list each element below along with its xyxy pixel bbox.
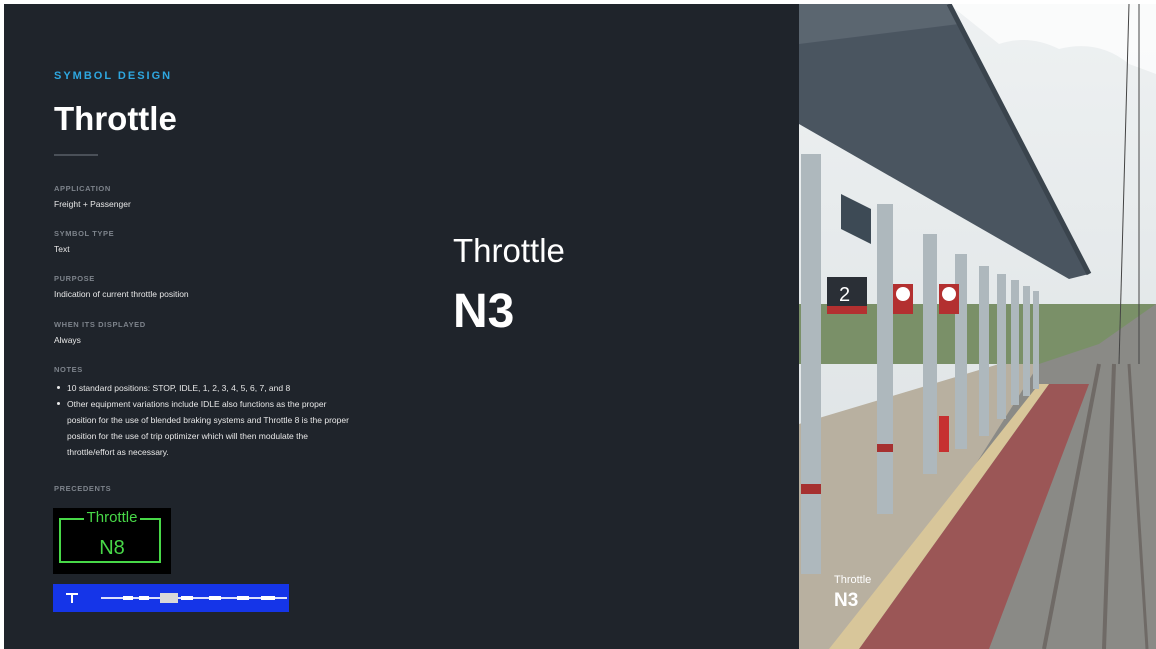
application-value: Freight + Passenger <box>54 199 131 209</box>
overlay-throttle-value: N3 <box>834 590 859 611</box>
throttle-notch-scale <box>101 593 287 603</box>
title-divider <box>54 154 98 156</box>
section-eyebrow: SYMBOL DESIGN <box>54 70 173 82</box>
page-title: Throttle <box>54 100 177 137</box>
precedent-green-display: Throttle N8 <box>53 508 171 574</box>
precedents-label: PRECEDENTS <box>54 484 112 493</box>
spec-panel: SYMBOL DESIGN Throttle APPLICATION Freig… <box>4 4 799 649</box>
throttle-t-icon <box>66 593 78 603</box>
precedent-blue-bar <box>53 584 289 612</box>
when-displayed-label: WHEN ITS DISPLAYED <box>54 320 146 329</box>
station-photo: 2 Throttle N3 <box>799 4 1156 649</box>
slide: SYMBOL DESIGN Throttle APPLICATION Freig… <box>4 4 1156 649</box>
symbol-label: Throttle <box>453 232 565 269</box>
notes-label: NOTES <box>54 365 83 374</box>
purpose-value: Indication of current throttle position <box>54 289 189 299</box>
purpose-label: PURPOSE <box>54 274 95 283</box>
notes-list: 10 standard positions: STOP, IDLE, 1, 2,… <box>54 380 354 460</box>
platform-sign-number: 2 <box>839 284 850 306</box>
precedent-throttle-value: N8 <box>99 537 125 559</box>
symbol-value: N3 <box>453 285 515 338</box>
symbol-type-label: SYMBOL TYPE <box>54 229 115 238</box>
precedent-throttle-label: Throttle <box>83 509 141 526</box>
note-item: 10 standard positions: STOP, IDLE, 1, 2,… <box>54 380 354 396</box>
symbol-type-value: Text <box>54 244 70 254</box>
overlay-throttle-label: Throttle <box>834 574 872 586</box>
application-label: APPLICATION <box>54 184 111 193</box>
note-item: Other equipment variations include IDLE … <box>54 396 354 460</box>
platform-photo-illustration: 2 <box>799 4 1156 649</box>
when-displayed-value: Always <box>54 335 81 345</box>
